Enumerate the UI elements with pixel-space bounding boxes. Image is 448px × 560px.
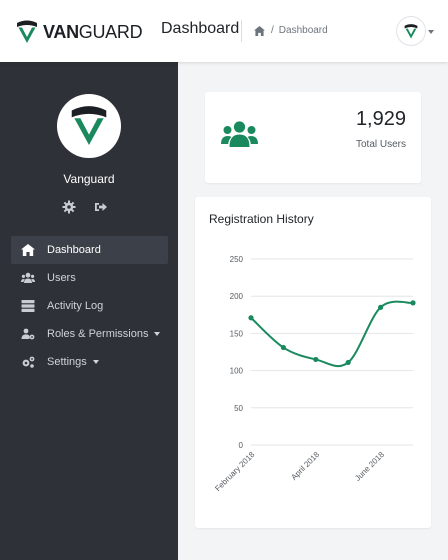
top-navbar: VANGUARD Dashboard / Dashboard [0, 0, 448, 62]
sidebar-nav: Dashboard Users Activity Log Roles & Per… [11, 236, 168, 376]
sidebar-item-label: Users [47, 272, 76, 284]
data-point [313, 356, 319, 363]
sidebar-item-label: Activity Log [47, 300, 104, 312]
chart-title: Registration History [209, 212, 314, 226]
y-tick-label: 150 [230, 329, 244, 338]
breadcrumb-current: Dashboard [278, 25, 328, 36]
server-icon [21, 300, 35, 312]
logout-icon[interactable] [94, 200, 108, 214]
sidebar-actions [62, 200, 126, 214]
x-tick-label: February 2018 [213, 450, 257, 494]
x-tick-label: April 2018 [289, 450, 321, 482]
brand-logo[interactable]: VANGUARD [16, 19, 143, 45]
sidebar-item-users[interactable]: Users [11, 264, 168, 292]
total-users-label: Total Users [355, 139, 406, 150]
sidebar-item-label: Settings [47, 356, 87, 368]
header-divider [241, 20, 242, 42]
home-icon[interactable] [254, 25, 265, 36]
data-point [248, 315, 254, 321]
y-tick-label: 0 [239, 441, 244, 450]
breadcrumb: / Dashboard [254, 25, 328, 36]
cogs-icon [22, 356, 35, 368]
y-tick-label: 250 [230, 255, 244, 264]
brand-text-part2: GUARD [78, 21, 143, 42]
registration-history-chart: 0 50 100 150 200 250 February 2018 April 2018 Ju… [213, 255, 416, 494]
breadcrumb-separator: / [271, 25, 274, 36]
users-icon [221, 121, 258, 147]
sidebar-item-settings[interactable]: Settings [11, 348, 168, 376]
users-icon [21, 272, 35, 283]
sidebar-avatar[interactable] [57, 94, 121, 158]
data-point [280, 344, 286, 351]
sidebar-item-activity-log[interactable]: Activity Log [11, 292, 168, 320]
sidebar-item-roles-permissions[interactable]: Roles & Permissions [11, 320, 168, 348]
sidebar-user-name: Vanguard [63, 172, 115, 186]
total-users-card: 1,929 Total Users [205, 92, 421, 183]
total-users-value: 1,929 [355, 108, 406, 130]
shield-logo-icon [71, 106, 107, 145]
brand-text-part1: VAN [43, 21, 79, 42]
user-avatar[interactable] [397, 17, 425, 45]
user-menu-caret-icon[interactable] [428, 30, 434, 34]
data-point [345, 359, 351, 366]
page-title: Dashboard [161, 20, 240, 37]
users-cog-icon [21, 328, 35, 340]
chevron-down-icon [154, 332, 161, 336]
registration-history-card: 0 50 100 150 200 250 February 2018 April 2018 Ju… [195, 197, 431, 528]
sidebar: Vanguard Dashboard Users Activity Log Ro… [0, 62, 178, 560]
y-tick-label: 50 [234, 404, 243, 413]
shield-logo-icon [17, 20, 37, 43]
y-tick-label: 100 [230, 367, 244, 376]
sidebar-item-label: Dashboard [47, 244, 101, 256]
home-icon [21, 244, 35, 256]
chevron-down-icon [92, 360, 99, 364]
data-point [378, 304, 384, 310]
y-tick-label: 200 [230, 292, 244, 301]
sidebar-item-label: Roles & Permissions [47, 328, 149, 340]
x-tick-label: June 2018 [353, 450, 386, 483]
sidebar-item-dashboard[interactable]: Dashboard [11, 236, 168, 264]
gear-icon[interactable] [62, 200, 76, 214]
shield-logo-icon [404, 23, 418, 38]
data-point [410, 300, 416, 306]
